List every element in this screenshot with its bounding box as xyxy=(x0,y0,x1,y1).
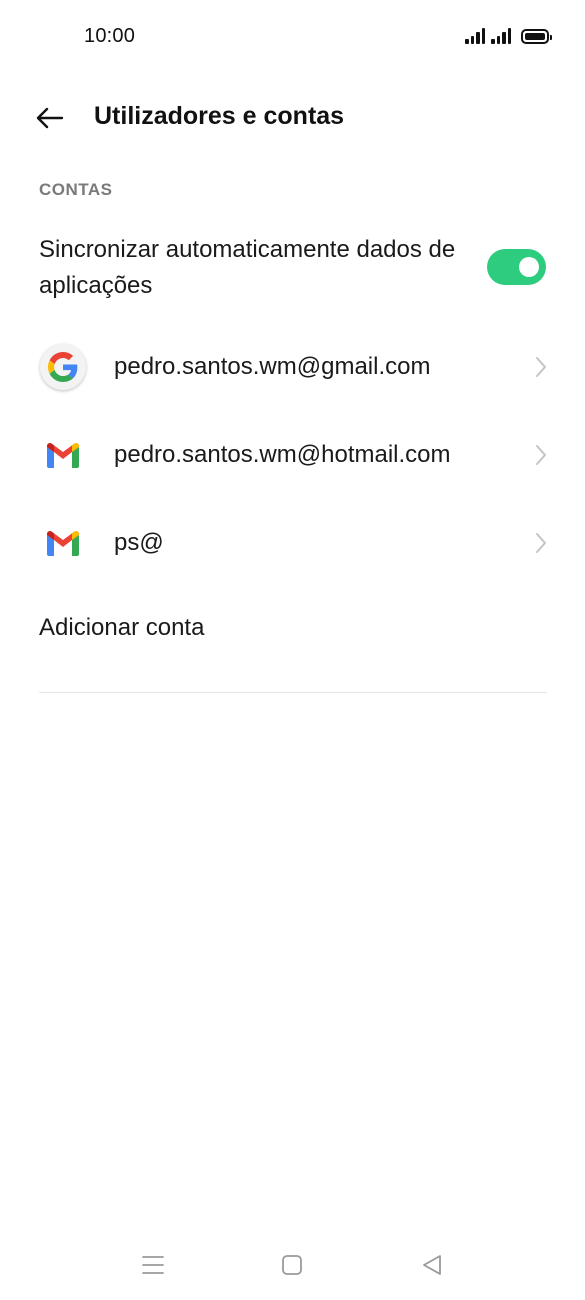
back-button[interactable] xyxy=(30,98,70,138)
menu-icon xyxy=(142,1256,164,1274)
back-icon xyxy=(423,1255,441,1275)
header: Utilizadores e contas xyxy=(0,88,585,148)
back-nav-button[interactable] xyxy=(412,1247,452,1283)
status-icons xyxy=(465,27,552,44)
nav-bar xyxy=(0,1235,585,1295)
chevron-right-icon xyxy=(536,533,546,553)
arrow-left-icon xyxy=(36,107,64,129)
account-icon xyxy=(39,431,87,479)
account-row-hotmail[interactable]: pedro.santos.wm@hotmail.com xyxy=(0,411,585,499)
section-header: CONTAS xyxy=(39,180,113,199)
divider xyxy=(39,692,547,693)
auto-sync-row[interactable]: Sincronizar automaticamente dados de apl… xyxy=(0,226,585,310)
signal-icon xyxy=(491,27,511,44)
gmail-icon xyxy=(47,443,79,468)
account-icon xyxy=(39,343,87,391)
account-row-ps[interactable]: ps@ xyxy=(0,499,585,587)
account-row-google[interactable]: pedro.santos.wm@gmail.com xyxy=(0,323,585,411)
chevron-right-icon xyxy=(536,445,546,465)
toggle-knob xyxy=(519,257,539,277)
account-label: pedro.santos.wm@hotmail.com xyxy=(114,441,451,468)
auto-sync-label: Sincronizar automaticamente dados de apl… xyxy=(39,236,456,299)
account-icon xyxy=(39,519,87,567)
auto-sync-toggle[interactable] xyxy=(487,249,546,285)
home-button[interactable] xyxy=(272,1247,312,1283)
page-title: Utilizadores e contas xyxy=(94,102,345,130)
add-account-button[interactable]: Adicionar conta xyxy=(39,614,204,642)
chevron-right-icon xyxy=(536,357,546,377)
menu-button[interactable] xyxy=(133,1247,173,1283)
gmail-icon xyxy=(47,531,79,556)
account-label: pedro.santos.wm@gmail.com xyxy=(114,353,431,380)
battery-icon xyxy=(521,29,552,44)
signal-icon xyxy=(465,27,485,44)
home-icon xyxy=(282,1255,302,1275)
status-time: 10:00 xyxy=(84,25,136,47)
google-icon xyxy=(40,344,86,390)
status-bar: 10:00 xyxy=(0,0,585,76)
account-label: ps@ xyxy=(114,529,164,556)
